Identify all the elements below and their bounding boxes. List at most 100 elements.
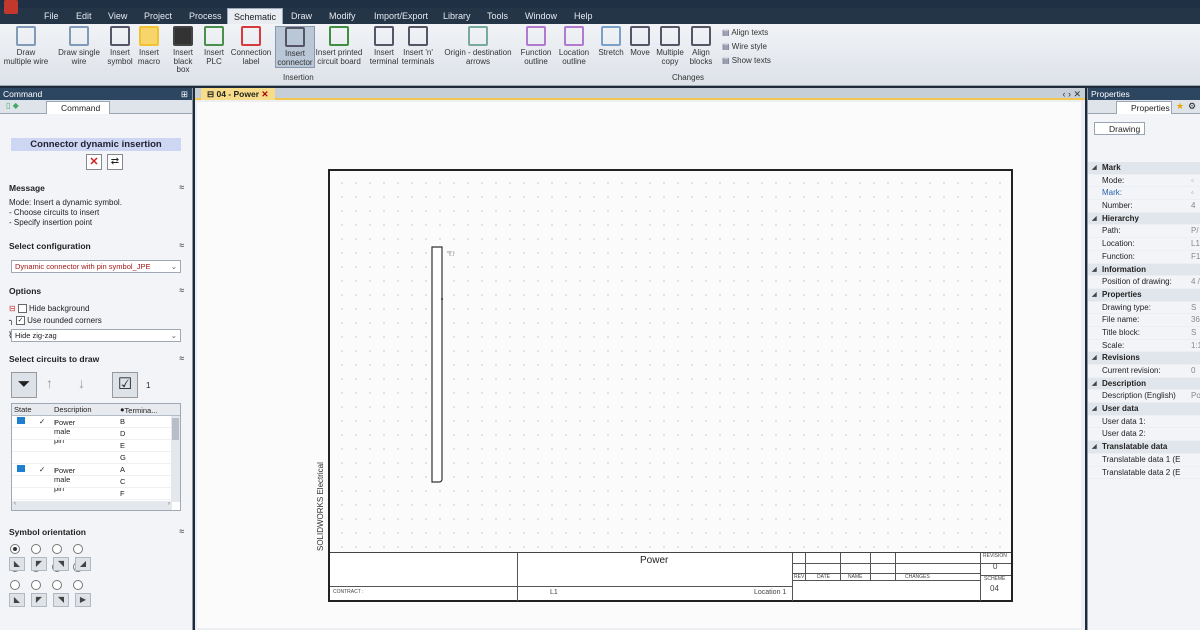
property-row[interactable]: User data 1: [1088, 416, 1200, 429]
property-row[interactable]: Translatable data 2 (E [1088, 467, 1200, 480]
property-row[interactable]: Description (English) Po [1088, 390, 1200, 404]
hide-background-option[interactable]: ⊟ Hide background [9, 304, 89, 314]
row-checkbox[interactable]: ✓ [39, 417, 45, 426]
orientation-preview-icon[interactable]: ◣ [9, 593, 25, 607]
property-row[interactable]: Title block: S [1088, 327, 1200, 340]
menu-item-project[interactable]: Project [144, 10, 172, 22]
property-category[interactable]: Properties [1088, 288, 1200, 302]
multiple-wire-button[interactable]: Draw multiple wire [3, 26, 49, 66]
menu-item-file[interactable]: File [44, 10, 59, 22]
property-category[interactable]: Hierarchy [1088, 212, 1200, 226]
connector-symbol[interactable] [428, 245, 458, 485]
orientation-radio[interactable] [31, 580, 41, 590]
select-all-checkbox[interactable]: ☑ [112, 372, 138, 398]
cancel-command-button[interactable]: ✕ [86, 154, 102, 170]
property-category[interactable]: Mark [1088, 162, 1200, 175]
hide-background-checkbox[interactable] [17, 304, 27, 314]
table-row[interactable]: F [12, 488, 180, 500]
connection-label-button[interactable]: Connection label [228, 26, 274, 66]
macro-star-button[interactable]: Insert macro [136, 26, 162, 66]
configuration-section-heading[interactable]: Select configuration ≈ [9, 240, 187, 251]
menu-item-library[interactable]: Library [443, 10, 471, 22]
ribbon-small-2[interactable]: ▤ Show texts [722, 56, 771, 65]
connector-button[interactable]: Insert connector [275, 26, 315, 68]
table-row[interactable]: G [12, 452, 180, 464]
menu-item-draw[interactable]: Draw [291, 10, 312, 22]
property-row[interactable]: Mark: ◦ [1088, 187, 1200, 201]
settings-icon[interactable]: ⚙ [1188, 101, 1196, 112]
move-button[interactable]: Move [627, 26, 653, 58]
orientation-radio[interactable] [52, 544, 62, 554]
property-row[interactable]: Path: P/ [1088, 225, 1200, 239]
menu-item-help[interactable]: Help [574, 10, 593, 22]
rounded-corners-option[interactable]: ╮ ✓ Use rounded corners [9, 316, 102, 326]
table-hscrollbar[interactable]: ‹ › [12, 501, 172, 510]
multiple-copy-button[interactable]: Multiple copy [653, 26, 687, 66]
orientation-preview-icon[interactable]: ◥ [53, 557, 69, 571]
align-blocks-button[interactable]: Align blocks [688, 26, 714, 66]
orientation-radio[interactable] [73, 580, 83, 590]
property-category[interactable]: Revisions [1088, 352, 1200, 365]
close-tab-icon[interactable]: ✕ [261, 89, 268, 99]
orientation-preview-icon[interactable]: ◤ [31, 557, 47, 571]
property-row[interactable]: User data 2: [1088, 428, 1200, 442]
property-row[interactable]: Location: L1 [1088, 238, 1200, 251]
symbol-button[interactable]: Insert symbol [106, 26, 134, 66]
orientation-preview-icon[interactable]: ▶ [75, 593, 91, 607]
table-row[interactable]: C [12, 476, 180, 488]
row-checkbox[interactable]: ✓ [39, 465, 45, 474]
move-up-button[interactable]: ↑ [46, 375, 53, 391]
message-section-heading[interactable]: Message ≈ [9, 182, 187, 193]
table-row[interactable]: ✓ ↑ Power male pin A [12, 464, 180, 493]
menu-item-tools[interactable]: Tools [487, 10, 508, 22]
property-row[interactable]: Drawing type: S [1088, 302, 1200, 315]
menu-item-process[interactable]: Process [189, 10, 222, 22]
menu-item-modify[interactable]: Modify [329, 10, 356, 22]
tab-icon-strip[interactable]: ▯ ◆ [6, 101, 19, 110]
orientation-radio[interactable] [52, 580, 62, 590]
property-row[interactable]: Scale:1:1 [1088, 340, 1200, 353]
stretch-button[interactable]: Stretch [596, 26, 626, 58]
options-section-heading[interactable]: Options ≈ [9, 285, 187, 296]
ribbon-small-1[interactable]: ▤ Wire style [722, 42, 767, 51]
property-category[interactable]: Description [1088, 377, 1200, 391]
drawing-subtab[interactable]: Drawing [1094, 122, 1146, 135]
move-down-button[interactable]: ↓ [78, 375, 85, 391]
orientation-radio[interactable] [10, 580, 20, 590]
menu-item-importexport[interactable]: Import/Export [374, 10, 428, 22]
rounded-corners-checkbox[interactable]: ✓ [16, 316, 26, 326]
configuration-select[interactable]: Dynamic connector with pin symbol_JPE ⌄ [11, 260, 181, 273]
orientation-preview-icon[interactable]: ◥ [53, 593, 69, 607]
pin-icon[interactable]: ⊞ [181, 88, 188, 100]
single-wire-button[interactable]: Draw single wire [56, 26, 102, 66]
plc-button[interactable]: Insert PLC [203, 26, 225, 66]
property-category[interactable]: Translatable data [1088, 441, 1200, 454]
orientation-radio[interactable] [10, 544, 20, 554]
property-row[interactable]: Current revision: 0 [1088, 365, 1200, 378]
menu-item-view[interactable]: View [108, 10, 127, 22]
function-outline-button[interactable]: Function outline [518, 26, 554, 66]
drawing-sheet[interactable]: ☜ SOLIDWORKS Electrical Power CONTRACT :… [316, 169, 1013, 602]
property-category[interactable]: User data [1088, 403, 1200, 416]
terminal-header[interactable]: ● Termina... [120, 405, 157, 415]
filter-button[interactable]: ⏷ [11, 372, 37, 398]
table-scrollbar[interactable] [171, 416, 180, 502]
table-row[interactable]: D [12, 428, 180, 440]
black-box-button[interactable]: Insert black box [168, 26, 198, 75]
table-row[interactable]: E [12, 440, 180, 452]
property-row[interactable]: Position of drawing: 4 / [1088, 276, 1200, 289]
property-row[interactable]: File name: 36 [1088, 314, 1200, 327]
drawing-canvas[interactable]: ☜ SOLIDWORKS Electrical Power CONTRACT :… [197, 102, 1081, 628]
property-row[interactable]: Number: 4 [1088, 200, 1200, 213]
origin-destination-button[interactable]: Origin - destination arrows [440, 26, 516, 66]
n-terminals-button[interactable]: Insert 'n' terminals [399, 26, 437, 66]
terminal-button[interactable]: Insert terminal [369, 26, 399, 66]
zigzag-select[interactable]: Hide zig-zag ⌄ [11, 329, 181, 342]
menu-item-schematic[interactable]: Schematic [227, 8, 284, 24]
swap-button[interactable]: ⇄ [107, 154, 123, 170]
orientation-radio[interactable] [73, 544, 83, 554]
orientation-preview-icon[interactable]: ◢ [75, 557, 91, 571]
pcb-button[interactable]: Insert printed circuit board [314, 26, 364, 66]
orientation-preview-icon[interactable]: ◤ [31, 593, 47, 607]
orientation-section-heading[interactable]: Symbol orientation ≈ [9, 526, 187, 537]
